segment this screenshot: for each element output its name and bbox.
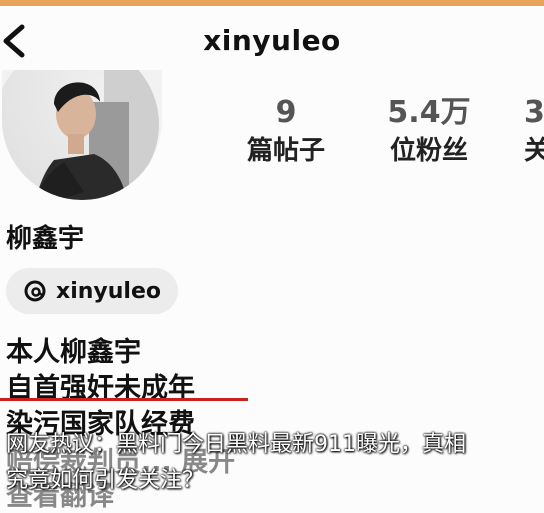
- page-title: xinyuleo: [203, 24, 341, 57]
- followers-count: 5.4万: [387, 95, 471, 130]
- followers-label: 位粉丝: [389, 136, 468, 166]
- top-band: [0, 0, 544, 6]
- following-count: 3: [524, 95, 544, 130]
- stat-posts[interactable]: 9 篇帖子: [238, 95, 334, 167]
- bio-line: 本人柳鑫宇: [6, 337, 141, 368]
- following-label: 关: [524, 136, 544, 166]
- posts-count: 9: [275, 95, 297, 130]
- caption-line-2: 究竟如何引发关注？: [6, 468, 205, 493]
- threads-handle: xinyuleo: [56, 278, 161, 304]
- caption-line-1: 网友热议：黑料门今日黑料最新911曝光，真相: [6, 432, 466, 457]
- posts-label: 篇帖子: [246, 136, 325, 166]
- avatar[interactable]: [2, 70, 162, 200]
- threads-badge[interactable]: xinyuleo: [6, 268, 178, 314]
- display-name: 柳鑫宇: [6, 224, 85, 254]
- threads-icon: [24, 280, 46, 302]
- stat-following[interactable]: 3 关: [524, 95, 544, 167]
- stat-followers[interactable]: 5.4万 位粉丝: [374, 95, 484, 167]
- highlight-underline: [0, 398, 248, 401]
